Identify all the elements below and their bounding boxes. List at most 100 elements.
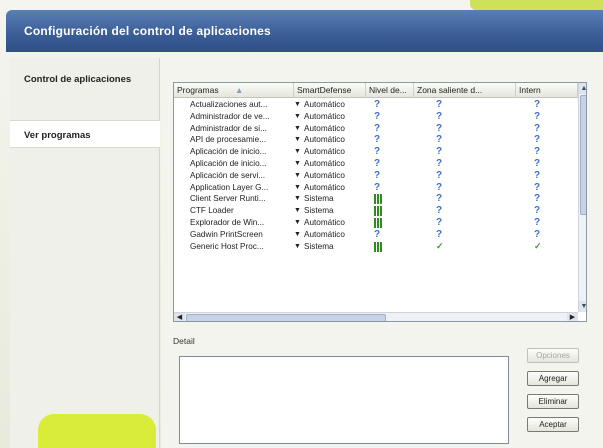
outbound-zone-cell[interactable]: ? xyxy=(436,123,456,135)
trust-level-cell[interactable]: ? xyxy=(374,170,394,182)
table-row[interactable]: Client Server Runti... ▼ Sistema?? xyxy=(174,193,578,205)
question-mark-icon: ? xyxy=(534,134,541,146)
outbound-zone-cell[interactable]: ✓ xyxy=(436,241,456,253)
trust-level-cell[interactable]: ? xyxy=(374,99,394,111)
trust-level-cell[interactable]: ? xyxy=(374,158,394,170)
trust-level-cell[interactable] xyxy=(374,217,394,229)
smartdefense-value: Automático xyxy=(304,100,345,109)
internet-cell[interactable]: ? xyxy=(534,146,554,158)
table-row[interactable]: Aplicación de servi... ▼ Automático??? xyxy=(174,170,578,182)
outbound-zone-cell[interactable]: ? xyxy=(436,229,456,241)
question-mark-icon: ? xyxy=(436,134,443,146)
horizontal-scrollbar[interactable]: ◀ ▶ xyxy=(174,312,578,321)
dropdown-arrow-icon[interactable]: ▼ xyxy=(294,193,301,205)
trust-level-cell[interactable] xyxy=(374,193,394,205)
program-name: Aplicación de servi... xyxy=(190,170,266,180)
list-rows: Actualizaciones aut... ▼ Automático??? Admi… xyxy=(174,99,578,252)
nav-item-control-aplicaciones[interactable]: Control de aplicaciones xyxy=(10,66,160,110)
table-row[interactable]: Administrador de ve... ▼ Automático??? xyxy=(174,111,578,123)
table-row[interactable]: Explorador de Win... ▼ Automático?? xyxy=(174,217,578,229)
table-row[interactable]: Aplicación de inicio... ▼ Automático??? xyxy=(174,146,578,158)
eliminar-button[interactable]: Eliminar xyxy=(527,394,579,409)
internet-cell[interactable]: ✓ xyxy=(534,241,554,253)
table-row[interactable]: Generic Host Proc... ▼ Sistema ✓ ✓ xyxy=(174,241,578,253)
trust-level-cell[interactable] xyxy=(374,205,394,217)
dropdown-arrow-icon[interactable]: ▼ xyxy=(294,229,301,241)
program-name: CTF Loader xyxy=(190,206,234,216)
question-mark-icon: ? xyxy=(436,205,443,217)
column-header-nivel[interactable]: Nivel de... xyxy=(366,83,414,98)
table-row[interactable]: CTF Loader ▼ Sistema?? xyxy=(174,205,578,217)
trust-level-cell[interactable]: ? xyxy=(374,111,394,123)
column-header-internet[interactable]: Intern xyxy=(516,83,578,98)
table-row[interactable]: Administrador de si... ▼ Automático??? xyxy=(174,123,578,135)
scroll-left-icon[interactable]: ◀ xyxy=(174,313,185,321)
internet-cell[interactable]: ? xyxy=(534,205,554,217)
dropdown-arrow-icon[interactable]: ▼ xyxy=(294,205,301,217)
table-row[interactable]: Actualizaciones aut... ▼ Automático??? xyxy=(174,99,578,111)
scroll-up-icon[interactable]: ▲ xyxy=(579,83,586,94)
outbound-zone-cell[interactable]: ? xyxy=(436,205,456,217)
trust-level-cell[interactable] xyxy=(374,241,394,253)
outbound-zone-cell[interactable]: ? xyxy=(436,99,456,111)
column-header-zona[interactable]: Zona saliente d... xyxy=(414,83,516,98)
dropdown-arrow-icon[interactable]: ▼ xyxy=(294,182,301,194)
table-row[interactable]: Aplicación de inicio... ▼ Automático??? xyxy=(174,158,578,170)
internet-cell[interactable]: ? xyxy=(534,134,554,146)
smartdefense-value: Automático xyxy=(304,123,345,133)
outbound-zone-cell[interactable]: ? xyxy=(436,111,456,123)
horizontal-scroll-thumb[interactable] xyxy=(186,314,386,321)
program-name: Application Layer G... xyxy=(190,182,269,192)
programs-list[interactable]: Programas ▲ SmartDefense Nivel de... Zon… xyxy=(173,82,587,322)
internet-cell[interactable]: ? xyxy=(534,229,554,241)
internet-cell[interactable]: ? xyxy=(534,193,554,205)
vertical-scroll-thumb[interactable] xyxy=(580,95,586,215)
trust-level-cell[interactable]: ? xyxy=(374,134,394,146)
vertical-scrollbar[interactable]: ▲ ▼ xyxy=(578,83,586,312)
table-row[interactable]: Gadwin PrintScreen ▼ Automático??? xyxy=(174,229,578,241)
program-name: API de procesamie... xyxy=(190,135,266,145)
outbound-zone-cell[interactable]: ? xyxy=(436,146,456,158)
outbound-zone-cell[interactable]: ? xyxy=(436,182,456,194)
nav-item-ver-programas[interactable]: Ver programas xyxy=(10,120,160,148)
internet-cell[interactable]: ? xyxy=(534,170,554,182)
outbound-zone-cell[interactable]: ? xyxy=(436,217,456,229)
trust-level-cell[interactable]: ? xyxy=(374,182,394,194)
dropdown-arrow-icon[interactable]: ▼ xyxy=(294,111,301,123)
dropdown-arrow-icon[interactable]: ▼ xyxy=(294,217,301,229)
outbound-zone-cell[interactable]: ? xyxy=(436,193,456,205)
column-header-programas[interactable]: Programas ▲ xyxy=(174,83,294,98)
outbound-zone-cell[interactable]: ? xyxy=(436,158,456,170)
internet-cell[interactable]: ? xyxy=(534,99,554,111)
dropdown-arrow-icon[interactable]: ▼ xyxy=(294,99,301,111)
agregar-button[interactable]: Agregar xyxy=(527,371,579,386)
dropdown-arrow-icon[interactable]: ▼ xyxy=(294,123,301,135)
question-mark-icon: ? xyxy=(534,205,541,217)
trust-level-cell[interactable]: ? xyxy=(374,229,394,241)
question-mark-icon: ? xyxy=(374,134,381,146)
detail-textbox[interactable] xyxy=(179,356,509,444)
trust-level-bars-icon xyxy=(374,206,382,217)
smartdefense-value: Automático xyxy=(304,135,345,145)
internet-cell[interactable]: ? xyxy=(534,111,554,123)
internet-cell[interactable]: ? xyxy=(534,182,554,194)
dropdown-arrow-icon[interactable]: ▼ xyxy=(294,134,301,146)
trust-level-cell[interactable]: ? xyxy=(374,146,394,158)
dropdown-arrow-icon[interactable]: ▼ xyxy=(294,158,301,170)
outbound-zone-cell[interactable]: ? xyxy=(436,134,456,146)
dropdown-arrow-icon[interactable]: ▼ xyxy=(294,146,301,158)
scroll-down-icon[interactable]: ▼ xyxy=(579,301,586,312)
internet-cell[interactable]: ? xyxy=(534,217,554,229)
internet-cell[interactable]: ? xyxy=(534,158,554,170)
aceptar-button[interactable]: Aceptar xyxy=(527,417,579,432)
scroll-right-icon[interactable]: ▶ xyxy=(567,313,578,321)
table-row[interactable]: Application Layer G... ▼ Automático??? xyxy=(174,182,578,194)
internet-cell[interactable]: ? xyxy=(534,123,554,135)
opciones-button[interactable]: Opciones xyxy=(527,348,579,363)
outbound-zone-cell[interactable]: ? xyxy=(436,170,456,182)
column-header-smartdefense[interactable]: SmartDefense xyxy=(294,83,366,98)
dropdown-arrow-icon[interactable]: ▼ xyxy=(294,241,301,253)
dropdown-arrow-icon[interactable]: ▼ xyxy=(294,170,301,182)
trust-level-cell[interactable]: ? xyxy=(374,123,394,135)
table-row[interactable]: API de procesamie... ▼ Automático??? xyxy=(174,134,578,146)
